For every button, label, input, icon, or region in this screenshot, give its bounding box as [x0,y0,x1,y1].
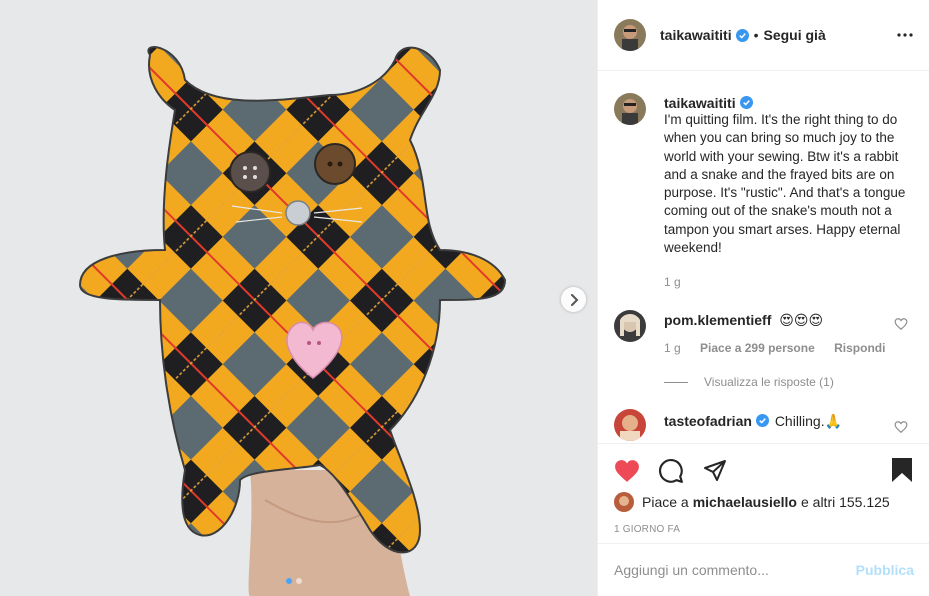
share-icon [704,460,726,481]
commenter-username[interactable]: pom.klementieff [664,312,771,328]
more-options-icon [897,33,913,37]
commenter-username[interactable]: tasteofadrian [664,413,752,429]
verified-icon [735,28,749,42]
post-timestamp[interactable]: 1 GIORNO FA [614,524,680,535]
publish-button[interactable]: Pubblica [856,562,914,578]
verified-icon [739,96,753,109]
carousel-dot-2[interactable] [296,578,302,584]
follow-status-button[interactable]: Segui già [764,27,826,43]
more-options-button[interactable] [894,26,916,44]
comment-like-heart-icon[interactable] [894,317,908,331]
comment-icon [659,459,683,483]
likes-others[interactable]: e altri 155.125 [801,494,890,510]
caption-text: I'm quitting film. It's the right thing … [664,112,910,256]
comments-list[interactable]: taikawaititi I'm quitting film. It's the… [598,72,929,442]
post-actions: Piace a michaelausiello e altri 155.125 … [598,443,929,543]
post-photo [0,0,597,596]
like-button[interactable] [614,458,640,484]
comment-row: pom.klementieff 😍😍😍 1 g Piace a 299 pers… [614,310,914,355]
save-button[interactable] [890,457,916,485]
bookmark-icon [892,458,912,482]
comment-age[interactable]: 1 g [664,341,681,355]
share-button[interactable] [702,458,728,484]
comment-row: tasteofadrian Chilling.🙏 [614,409,914,441]
comment-text: Chilling.🙏 [774,413,843,429]
author-username[interactable]: taikawaititi [660,27,732,43]
post-side-panel: taikawaititi • Segui già taikawaititi I'… [597,0,929,596]
comment-button[interactable] [658,458,684,484]
heart-icon [615,460,639,482]
commenter-avatar[interactable] [614,310,646,342]
commenter-avatar[interactable] [614,409,646,441]
post-header: taikawaititi • Segui già [598,0,929,71]
verified-icon [755,414,769,427]
add-comment-bar: Pubblica [598,543,929,596]
likes-prefix: Piace a [642,494,689,510]
view-replies-label: Visualizza le risposte (1) [704,375,834,389]
comment-input[interactable] [614,562,856,578]
carousel-next-button[interactable] [561,287,586,312]
header-separator: • [753,27,759,43]
caption-author-avatar[interactable] [614,93,646,125]
replies-divider [664,381,688,383]
comment-likes-count[interactable]: Piace a 299 persone [700,341,815,355]
author-avatar[interactable] [614,19,646,51]
caption-author-username[interactable]: taikawaititi [664,95,736,111]
post-media[interactable] [0,0,597,596]
comment-text: 😍😍😍 [779,312,824,328]
comment-like-heart-icon[interactable] [894,420,908,434]
liker-avatar[interactable] [614,492,634,512]
liker-username[interactable]: michaelausiello [693,494,797,510]
view-replies-button[interactable]: Visualizza le risposte (1) [664,375,834,389]
next-arrow-icon [570,293,578,306]
instagram-post: taikawaititi • Segui già taikawaititi I'… [0,0,929,596]
likes-summary: Piace a michaelausiello e altri 155.125 [614,492,890,512]
carousel-indicator [286,578,302,584]
caption-age[interactable]: 1 g [664,275,681,289]
reply-button[interactable]: Rispondi [834,341,885,355]
caption-row: taikawaititi I'm quitting film. It's the… [614,93,914,289]
carousel-dot-1[interactable] [286,578,292,584]
